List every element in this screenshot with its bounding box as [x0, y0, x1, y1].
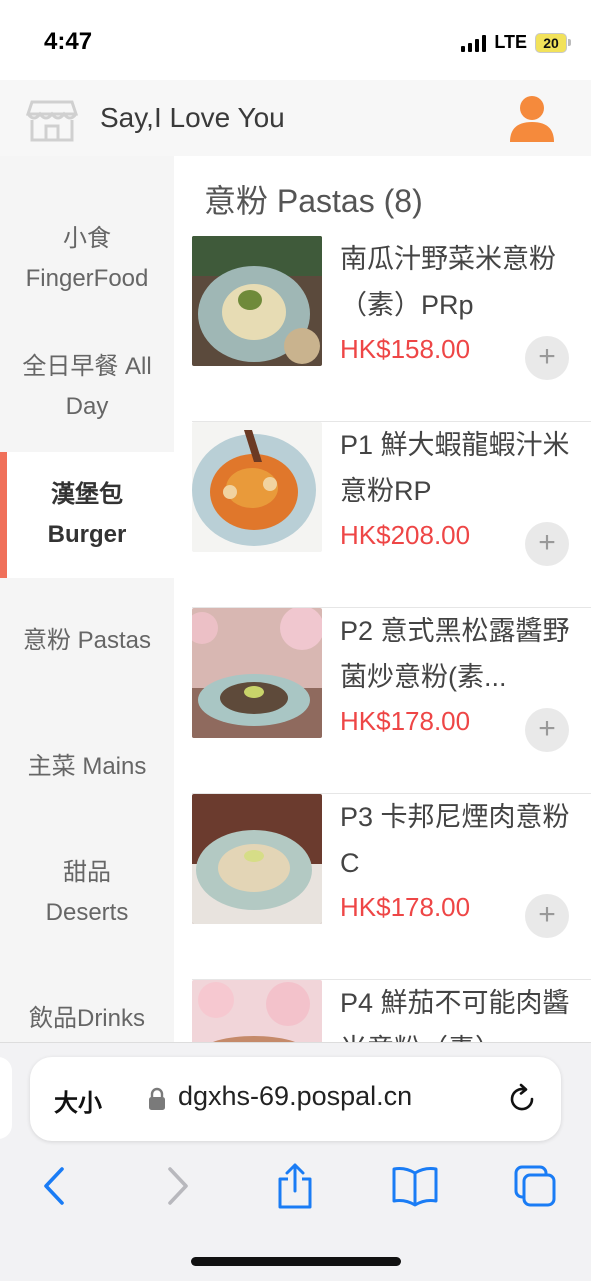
bookmarks-icon[interactable] [390, 1161, 440, 1211]
product-price: HK$208.00 [340, 520, 471, 550]
category-pastas[interactable]: 意粉 Pastas [0, 578, 174, 704]
back-icon[interactable] [30, 1161, 80, 1211]
section-title: 意粉 Pastas (8) [204, 183, 423, 219]
product-price: HK$158.00 [340, 334, 471, 364]
product-image [192, 236, 322, 366]
share-icon[interactable] [270, 1161, 320, 1211]
product-list: 意粉 Pastas (8) 南瓜汁野菜米意粉（素）PRp HK$158.00 + [174, 156, 591, 1042]
category-label: 甜品 [63, 859, 111, 886]
user-icon[interactable] [508, 94, 556, 144]
category-all-day[interactable]: 全日早餐 All Day [0, 322, 174, 452]
add-to-cart-button[interactable]: + [525, 336, 569, 380]
add-to-cart-button[interactable]: + [525, 522, 569, 566]
reload-icon[interactable] [506, 1083, 538, 1115]
product-price: HK$178.00 [340, 706, 471, 736]
text-size-button[interactable]: 大小 [54, 1083, 102, 1118]
shop-title: Say,I Love You [100, 102, 285, 133]
category-sublabel: Burger [47, 521, 127, 548]
product-item[interactable]: P1 鮮大蝦龍蝦汁米意粉RP HK$208.00 + [192, 422, 591, 608]
home-indicator [191, 1257, 401, 1266]
app-header: Say,I Love You [0, 80, 591, 156]
product-price: HK$178.00 [340, 892, 471, 922]
category-sublabel: FingerFood [25, 265, 149, 292]
status-time: 4:47 [44, 28, 93, 55]
category-label: 意粉 Pastas [22, 627, 152, 654]
lock-icon [149, 1087, 165, 1110]
product-item[interactable]: P4 鮮茄不可能肉醬米意粉（素） [192, 980, 591, 1042]
url-text: dgxhs-69.pospal.cn [178, 1081, 413, 1111]
battery-level: 20 [535, 32, 567, 53]
category-fingerfood[interactable]: 小食 FingerFood [0, 196, 174, 322]
category-burger[interactable]: 漢堡包 Burger [0, 452, 174, 578]
category-drinks[interactable]: 飲品Drinks [0, 956, 174, 1042]
product-image [192, 794, 322, 924]
product-name: P1 鮮大蝦龍蝦汁米意粉RP [340, 430, 570, 506]
category-deserts[interactable]: 甜品 Deserts [0, 830, 174, 956]
product-image [192, 608, 322, 738]
category-mains[interactable]: 主菜 Mains [0, 704, 174, 830]
tabs-icon[interactable] [510, 1161, 560, 1211]
previous-tab-peek[interactable] [0, 1057, 12, 1139]
signal-icon [461, 34, 487, 52]
category-label: 漢堡包 [51, 481, 123, 508]
browser-toolbar: 大小 dgxhs-69.pospal.cn [0, 1042, 591, 1281]
category-sublabel: Day [65, 393, 109, 420]
forward-icon[interactable] [152, 1161, 202, 1211]
category-sidebar: 小食 FingerFood 全日早餐 All Day 漢堡包 Burger 意粉 Pa… [0, 156, 174, 1042]
product-name: 南瓜汁野菜米意粉（素）PRp [340, 244, 556, 320]
network-type: LTE [494, 32, 527, 52]
category-label: 飲品Drinks [28, 1005, 145, 1032]
category-label: 小食 [62, 225, 111, 252]
status-indicators: LTE 20 [461, 32, 571, 53]
product-item[interactable]: 南瓜汁野菜米意粉（素）PRp HK$158.00 + [192, 236, 591, 422]
product-item[interactable]: P2 意式黑松露醬野菌炒意粉(素... HK$178.00 + [192, 608, 591, 794]
product-image [192, 422, 322, 552]
product-item[interactable]: P3 卡邦尼煙肉意粉 C HK$178.00 + [192, 794, 591, 980]
add-to-cart-button[interactable]: + [525, 894, 569, 938]
category-label: 主菜 Mains [27, 753, 147, 780]
product-name: P2 意式黑松露醬野菌炒意粉(素... [340, 616, 570, 692]
status-bar: 4:47 LTE 20 [0, 0, 591, 80]
add-to-cart-button[interactable]: + [525, 708, 569, 752]
product-name: P3 卡邦尼煙肉意粉 C [340, 802, 570, 878]
product-name: P4 鮮茄不可能肉醬米意粉（素） [340, 988, 570, 1042]
product-image [192, 980, 322, 1042]
category-sublabel: Deserts [45, 899, 129, 926]
category-label: 全日早餐 All [22, 353, 152, 380]
battery-icon: 20 [535, 32, 571, 53]
shop-icon[interactable] [26, 98, 78, 144]
address-bar[interactable]: 大小 dgxhs-69.pospal.cn [30, 1057, 561, 1141]
